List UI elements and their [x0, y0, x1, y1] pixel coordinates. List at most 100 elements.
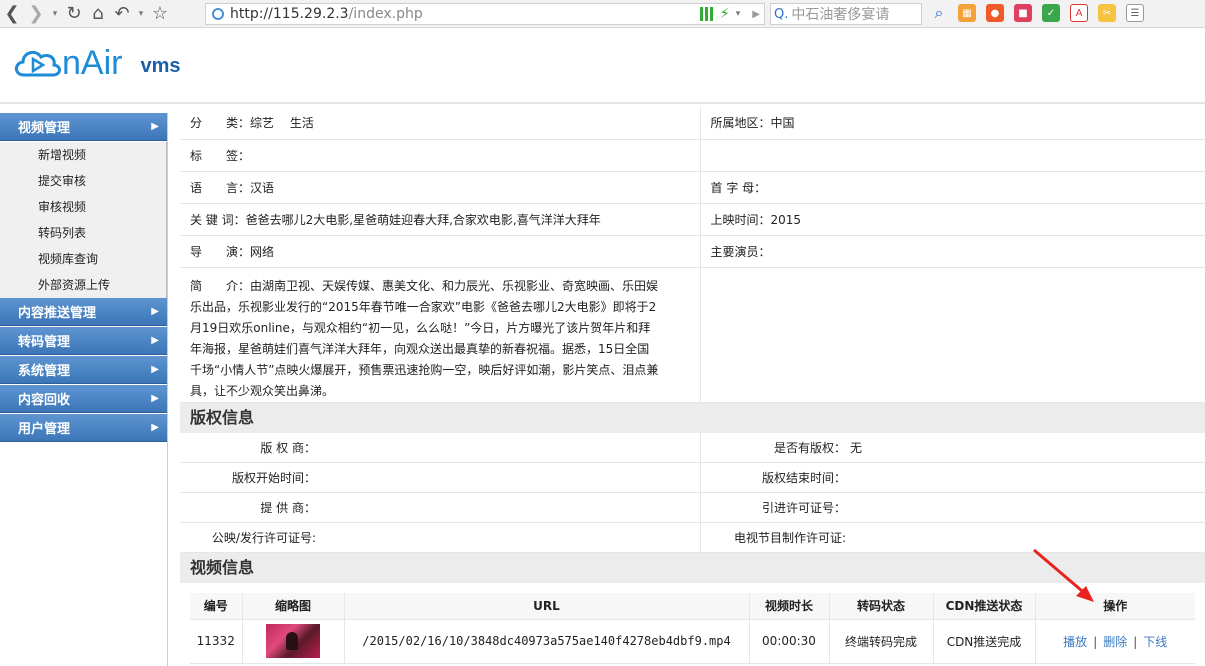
- col-id: 编号: [190, 593, 243, 620]
- adblock-icon[interactable]: A: [1070, 4, 1088, 22]
- address-bar[interactable]: http://115.29.2.3/index.php ⚡ ▾ ▶: [205, 3, 765, 25]
- bookmark-star-icon[interactable]: ☆: [148, 2, 172, 26]
- end-label: 版权结束时间：: [700, 462, 850, 493]
- logo[interactable]: nAir vms: [12, 45, 181, 81]
- sidebar: 视频管理 ▶ 新增视频 提交审核 审核视频 转码列表 视频库查询 外部资源上传 …: [0, 113, 168, 666]
- director-label: 导 演：: [190, 244, 251, 259]
- sidebar-item-library-search[interactable]: 视频库查询: [0, 246, 166, 272]
- provider-label: 提 供 商：: [180, 492, 320, 523]
- qr-code-icon[interactable]: [699, 7, 714, 21]
- offline-link[interactable]: 下线: [1143, 635, 1167, 649]
- screenshot-icon[interactable]: ✂: [1098, 4, 1116, 22]
- info-row: 语 言：汉语 首 字 母：: [180, 171, 1205, 204]
- extension-icon[interactable]: ●: [986, 4, 1004, 22]
- sidebar-item-submit-review[interactable]: 提交审核: [0, 168, 166, 194]
- caret-right-icon: ▶: [151, 335, 159, 346]
- play-link[interactable]: 播放: [1063, 635, 1087, 649]
- video-url: /2015/02/16/10/3848dc40973a575ae140f4278…: [344, 619, 750, 664]
- page-header: nAir vms: [0, 29, 1205, 104]
- actions-cell: 播放 | 删除 | 下线: [1035, 619, 1195, 664]
- owner-label: 版 权 商：: [180, 432, 320, 463]
- start-label: 版权开始时间：: [180, 462, 320, 493]
- basic-info-table: 分 类：综艺 生活 所属地区：中国 标 签： 语 言：汉语 首 字 母： 关 键…: [180, 107, 1205, 403]
- release-value: 2015: [770, 212, 802, 227]
- caret-right-icon: ▶: [151, 422, 159, 433]
- menu-label: 内容回收: [18, 393, 71, 408]
- has-copyright-value: 无: [850, 432, 1205, 463]
- menu-label: 系统管理: [18, 364, 71, 379]
- caret-right-icon: ▶: [151, 121, 159, 132]
- go-icon[interactable]: ▶: [752, 9, 760, 20]
- speed-mode-icon[interactable]: ⚡: [720, 6, 730, 22]
- separator: |: [1133, 634, 1138, 649]
- search-icon[interactable]: ⌕: [930, 3, 948, 22]
- menu-video-management[interactable]: 视频管理 ▶: [0, 113, 167, 141]
- sidebar-item-review-video[interactable]: 审核视频: [0, 194, 166, 220]
- url-host: http://115.29.2.3: [230, 6, 349, 22]
- video-submenu: 新增视频 提交审核 审核视频 转码列表 视频库查询 外部资源上传: [0, 142, 167, 298]
- import-license-label: 引进许可证号：: [700, 492, 850, 523]
- release-license-label: 公映/发行许可证号:: [180, 522, 320, 553]
- undo-dropdown-icon[interactable]: ▾: [134, 2, 148, 26]
- thumbnail-cell: [242, 619, 345, 664]
- address-dropdown-icon[interactable]: ▾: [736, 9, 741, 19]
- undo-icon[interactable]: ↶: [110, 2, 134, 26]
- delete-link[interactable]: 删除: [1103, 635, 1127, 649]
- info-row: 导 演：网络 主要演员：: [180, 235, 1205, 268]
- tags-label: 标 签：: [190, 148, 251, 163]
- info-row: 分 类：综艺 生活 所属地区：中国: [180, 107, 1205, 140]
- apps-icon[interactable]: ▦: [958, 4, 976, 22]
- copyright-table: 版 权 商： 是否有版权： 无 版权开始时间： 版权结束时间： 提 供 商： 引…: [180, 432, 1205, 553]
- video-duration: 00:00:30: [749, 619, 830, 664]
- forward-icon[interactable]: ❯: [24, 2, 48, 26]
- history-dropdown-icon[interactable]: ▾: [48, 2, 62, 26]
- provider-value: [320, 492, 701, 523]
- import-license-value: [850, 492, 1205, 523]
- info-row: 简 介：由湖南卫视、天娱传媒、惠美文化、和力辰光、乐视影业、奇宽映画、乐田娱乐出…: [180, 267, 1205, 403]
- col-duration: 视频时长: [749, 593, 830, 620]
- menu-content-recycle[interactable]: 内容回收 ▶: [0, 385, 167, 413]
- end-value: [850, 462, 1205, 493]
- logo-word: nAir: [62, 44, 123, 82]
- video-id: 11332: [190, 619, 243, 664]
- menu-label: 转码管理: [18, 335, 71, 350]
- sidebar-item-transcode-list[interactable]: 转码列表: [0, 220, 166, 246]
- copyright-section-title: 版权信息: [180, 402, 1205, 433]
- has-copyright-label: 是否有版权：: [700, 432, 850, 463]
- menu-user[interactable]: 用户管理 ▶: [0, 414, 167, 442]
- annotation-arrow-icon: [1033, 548, 1094, 602]
- release-license-value: [320, 522, 701, 553]
- release-label: 上映时间：: [710, 212, 771, 227]
- search-input[interactable]: Q. 中石油奢侈宴请: [770, 3, 922, 25]
- video-thumbnail[interactable]: [266, 624, 320, 658]
- reader-icon[interactable]: ■: [1014, 4, 1032, 22]
- site-icon: [212, 8, 224, 20]
- col-url: URL: [344, 593, 750, 620]
- menu-transcode[interactable]: 转码管理 ▶: [0, 327, 167, 355]
- home-icon[interactable]: ⌂: [86, 2, 110, 26]
- shield-icon[interactable]: ✓: [1042, 4, 1060, 22]
- caret-right-icon: ▶: [151, 364, 159, 375]
- menu-icon[interactable]: ☰: [1126, 4, 1144, 22]
- transcode-status: 终端转码完成: [829, 619, 934, 664]
- url-path: /index.php: [348, 6, 423, 22]
- initial-label: 首 字 母：: [710, 180, 767, 195]
- table-row: 11332 /2015/02/16/10/3848dc40973a575ae14…: [190, 619, 1195, 664]
- sidebar-item-external-upload[interactable]: 外部资源上传: [0, 272, 166, 298]
- caret-right-icon: ▶: [151, 306, 159, 317]
- refresh-icon[interactable]: ↻: [62, 2, 86, 26]
- search-engine-icon[interactable]: Q.: [774, 7, 788, 22]
- intro-label: 简 介：: [190, 278, 251, 293]
- col-cdn: CDN推送状态: [933, 593, 1036, 620]
- back-icon[interactable]: ❮: [0, 2, 24, 26]
- copyright-row: 提 供 商： 引进许可证号：: [180, 492, 1205, 523]
- director-value: 网络: [250, 244, 275, 259]
- col-thumbnail: 缩略图: [242, 593, 345, 620]
- start-value: [320, 462, 701, 493]
- region-label: 所属地区：: [710, 116, 771, 131]
- menu-system[interactable]: 系统管理 ▶: [0, 356, 167, 384]
- search-placeholder: 中石油奢侈宴请: [791, 7, 890, 23]
- menu-content-push[interactable]: 内容推送管理 ▶: [0, 298, 167, 326]
- intro-value: 由湖南卫视、天娱传媒、惠美文化、和力辰光、乐视影业、奇宽映画、乐田娱乐出品，乐视…: [190, 278, 659, 398]
- sidebar-item-add-video[interactable]: 新增视频: [0, 142, 166, 168]
